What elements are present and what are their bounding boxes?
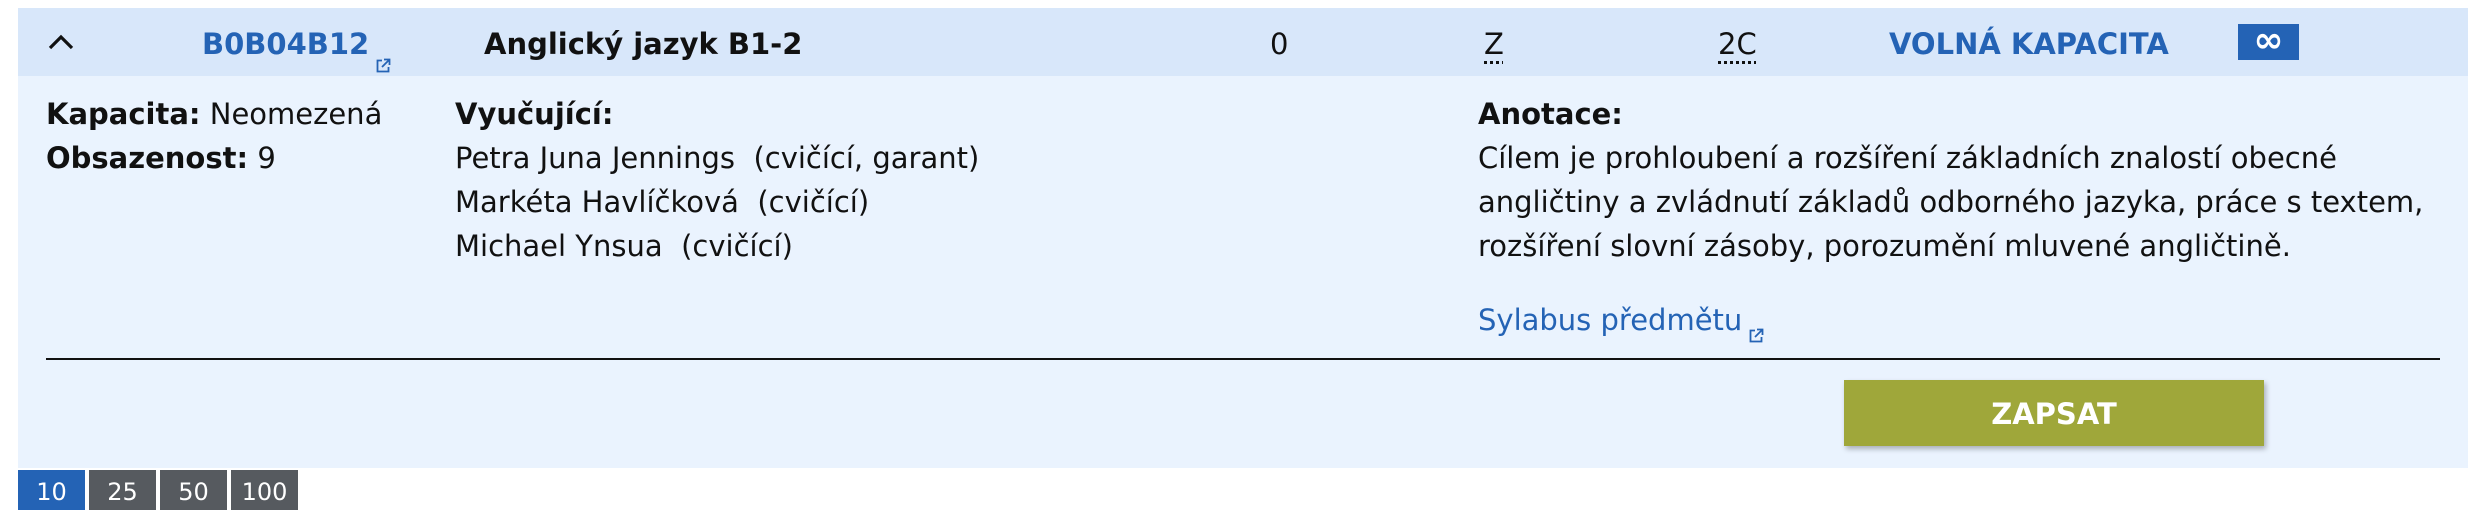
page-size-option[interactable]: 10 — [18, 470, 85, 510]
external-link-icon — [1748, 312, 1764, 356]
teacher-item: Michael Ynsua (cvičící) — [455, 224, 793, 268]
course-card: B0B04B12 Anglický jazyk B1-2 0 Z 2C VOLN… — [18, 8, 2468, 468]
external-link-icon — [375, 28, 391, 100]
capacity-label: Kapacita: — [46, 97, 201, 131]
annotation-line: Cílem je prohloubení a rozšíření základn… — [1478, 141, 2337, 175]
infinity-icon: ∞ — [2238, 23, 2299, 60]
course-header-row[interactable]: B0B04B12 Anglický jazyk B1-2 0 Z 2C VOLN… — [18, 8, 2468, 76]
annotation-label: Anotace: — [1478, 97, 1623, 131]
occupancy-value: 9 — [257, 141, 276, 175]
syllabus-link-text: Sylabus předmětu — [1478, 303, 1743, 337]
page-size-option[interactable]: 50 — [160, 470, 227, 510]
course-name: Anglický jazyk B1-2 — [484, 27, 803, 61]
capacity-value: Neomezená — [209, 97, 383, 131]
page-size-option[interactable]: 100 — [231, 470, 298, 510]
teacher-name: Michael Ynsua — [455, 229, 663, 263]
teacher-role: (cvičící) — [757, 185, 870, 219]
course-extent[interactable]: 2C — [1718, 8, 1757, 76]
section-divider — [46, 358, 2440, 360]
enroll-button[interactable]: ZAPSAT — [1844, 380, 2264, 446]
teacher-item: Markéta Havlíčková (cvičící) — [455, 180, 869, 224]
course-credits: 0 — [1270, 27, 1289, 61]
teacher-item: Petra Juna Jennings (cvičící, garant) — [455, 136, 979, 180]
status-badge: VOLNÁ KAPACITA — [1889, 27, 2169, 61]
course-completion[interactable]: Z — [1484, 8, 1504, 76]
teacher-name: Petra Juna Jennings — [455, 141, 735, 175]
teacher-name: Markéta Havlíčková — [455, 185, 739, 219]
annotation-line: angličtiny a zvládnutí základů odborného… — [1478, 185, 2424, 219]
course-code-text: B0B04B12 — [202, 27, 370, 61]
teacher-role: (cvičící, garant) — [753, 141, 980, 175]
teacher-role: (cvičící) — [681, 229, 793, 263]
teachers-label: Vyučující: — [455, 97, 614, 131]
capacity-row: Kapacita: Neomezená — [46, 92, 382, 136]
course-code-link[interactable]: B0B04B12 — [202, 8, 391, 76]
chevron-up-icon[interactable] — [46, 8, 90, 76]
syllabus-link[interactable]: Sylabus předmětu — [1478, 298, 1764, 356]
occupancy-label: Obsazenost: — [46, 141, 249, 175]
annotation-line: rozšíření slovní zásoby, porozumění mluv… — [1478, 229, 2291, 263]
occupancy-row: Obsazenost: 9 — [46, 136, 276, 180]
page-size-option[interactable]: 25 — [89, 470, 156, 510]
